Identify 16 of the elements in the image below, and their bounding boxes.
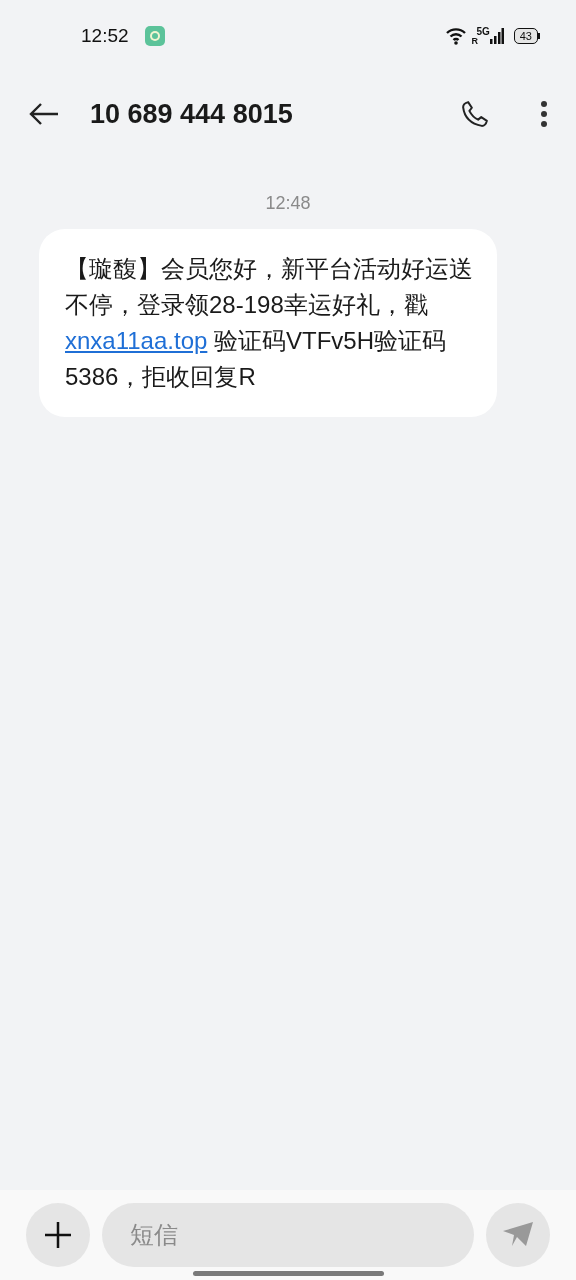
phone-icon[interactable] xyxy=(460,99,490,129)
message-input-field[interactable]: 短信 xyxy=(102,1203,474,1267)
status-time: 12:52 xyxy=(81,23,129,48)
message-text: 【璇馥】会员您好，新平台活动好运送不停，登录领28-198幸运好礼，戳 xnxa11aa.top 验证码VTFv5H验证码5386，拒收回复R xyxy=(65,254,474,392)
network-type-label: 5G xyxy=(476,26,490,37)
contact-number-title: 10 689 444 8015 xyxy=(90,97,293,131)
battery-indicator: 43 xyxy=(513,28,540,44)
signal-icon xyxy=(489,28,504,44)
app-notification-icon xyxy=(144,26,165,46)
message-timestamp: 12:48 xyxy=(265,192,311,215)
paper-plane-icon xyxy=(503,1222,533,1248)
more-options-icon[interactable] xyxy=(540,100,548,128)
message-link[interactable]: xnxa11aa.top xyxy=(65,327,208,354)
roaming-label: R xyxy=(471,36,479,46)
back-arrow-icon[interactable] xyxy=(28,102,60,126)
plus-icon xyxy=(45,1222,71,1248)
